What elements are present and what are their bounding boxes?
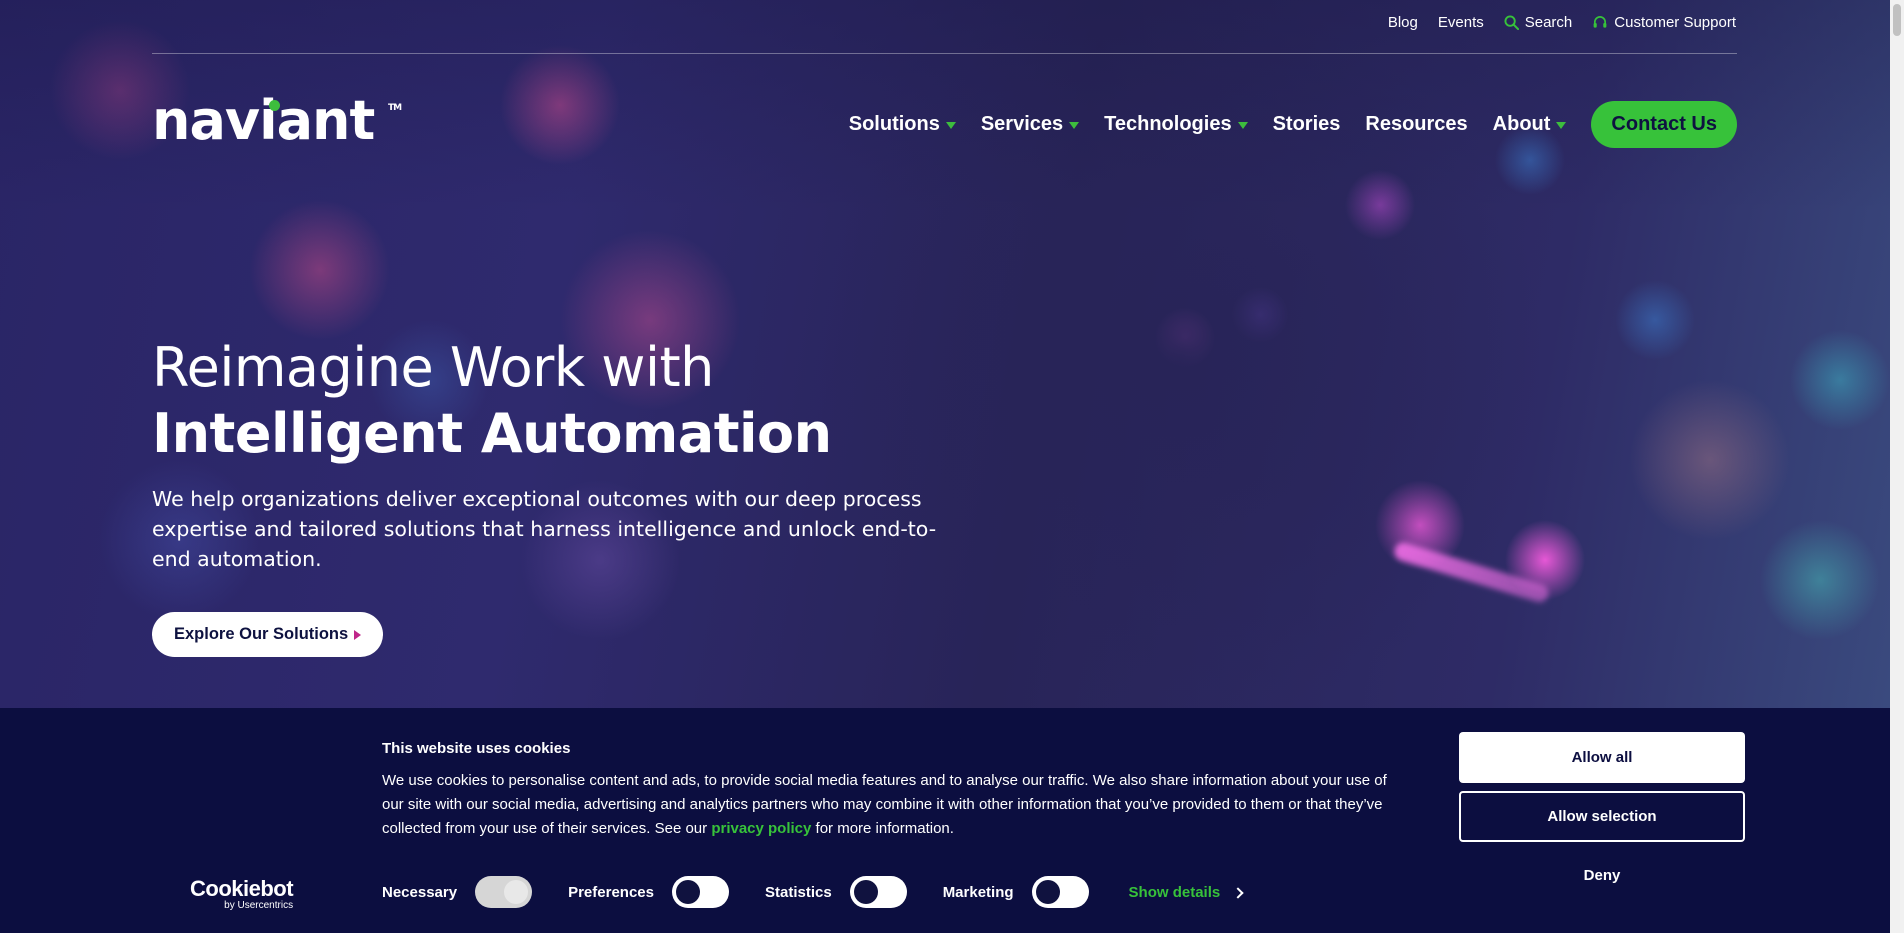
toggle-necessary: Necessary — [382, 876, 533, 908]
nav-item-about[interactable]: About — [1493, 113, 1567, 136]
switch-knob — [504, 880, 529, 904]
caret-down-icon — [1069, 122, 1080, 129]
logo-trademark: TM — [388, 103, 402, 113]
headset-icon — [1593, 16, 1607, 28]
nav-item-resources[interactable]: Resources — [1365, 113, 1467, 136]
toggle-label: Preferences — [568, 883, 654, 901]
nav-item-label: Technologies — [1104, 113, 1232, 135]
blog-link[interactable]: Blog — [1388, 14, 1418, 31]
nav-item-technologies[interactable]: Technologies — [1104, 113, 1248, 136]
deny-button[interactable]: Deny — [1459, 850, 1745, 901]
toggle-label: Marketing — [942, 883, 1014, 901]
nav-item-label: Resources — [1365, 113, 1468, 135]
cookie-banner-title: This website uses cookies — [382, 740, 571, 757]
toggle-marketing: Marketing — [943, 876, 1089, 908]
utility-nav: Blog Events Search Customer Support — [1388, 14, 1736, 31]
events-link[interactable]: Events — [1438, 14, 1484, 31]
header-divider — [152, 53, 1737, 54]
cookie-banner-text: We use cookies to personalise content an… — [382, 769, 1402, 841]
cookiebot-wordmark: Cookiebot — [190, 876, 294, 901]
hero-title: Reimagine Work with Intelligent Automati… — [152, 336, 832, 466]
toggle-statistics: Statistics — [765, 876, 907, 908]
caret-down-icon — [1556, 122, 1567, 129]
switch-knob — [1035, 880, 1060, 904]
search-label: Search — [1524, 14, 1573, 31]
customer-support-label: Customer Support — [1614, 14, 1736, 31]
privacy-policy-link[interactable]: privacy policy — [711, 820, 811, 837]
cookie-banner: This website uses cookies We use cookies… — [0, 708, 1890, 933]
nav-item-solutions[interactable]: Solutions — [849, 113, 956, 136]
logo-green-dot — [269, 100, 280, 111]
statistics-switch[interactable] — [849, 876, 907, 908]
search-link[interactable]: Search — [1504, 14, 1573, 31]
chevron-right-icon — [1232, 886, 1244, 899]
cookie-buttons: Allow all Allow selection Deny — [1459, 732, 1745, 909]
preferences-switch[interactable] — [671, 876, 729, 908]
toggle-label: Statistics — [764, 883, 832, 901]
hero-title-line-2: Intelligent Automation — [152, 402, 832, 466]
nav-item-stories[interactable]: Stories — [1273, 113, 1341, 136]
naviant-logo[interactable]: naviant TM — [152, 94, 402, 148]
explore-solutions-button[interactable]: Explore Our Solutions — [152, 612, 384, 657]
toggle-preferences: Preferences — [568, 876, 729, 908]
nav-item-label: Stories — [1272, 113, 1341, 135]
switch-knob — [853, 880, 878, 904]
contact-us-button[interactable]: Contact Us — [1591, 101, 1737, 148]
nav-item-label: About — [1492, 113, 1551, 135]
nav-item-label: Solutions — [848, 113, 940, 135]
switch-knob — [675, 880, 700, 904]
show-details-label: Show details — [1128, 883, 1221, 901]
hero-subtitle: We help organizations deliver exceptiona… — [152, 487, 937, 571]
logo-wordmark: naviant — [152, 89, 375, 152]
hero-light-beam — [1392, 540, 1551, 605]
toggle-label: Necessary — [382, 883, 458, 901]
caret-down-icon — [1237, 122, 1248, 129]
main-nav: Solutions Services Technologies Stories … — [849, 101, 1737, 148]
show-details-link[interactable]: Show details — [1128, 883, 1244, 901]
nav-item-label: Services — [980, 113, 1064, 135]
page-scrollbar[interactable] — [1890, 0, 1904, 933]
arrow-right-icon — [354, 629, 362, 640]
cookiebot-logo: Cookiebot by Usercentrics — [190, 876, 294, 911]
scrollbar-thumb[interactable] — [1893, 4, 1901, 36]
nav-item-services[interactable]: Services — [980, 113, 1080, 136]
caret-down-icon — [945, 122, 956, 129]
marketing-switch[interactable] — [1031, 876, 1089, 908]
cookiebot-byline: by Usercentrics — [224, 900, 294, 911]
cookie-text-end: for more information. — [811, 820, 954, 837]
necessary-switch[interactable] — [475, 876, 533, 908]
customer-support-link[interactable]: Customer Support — [1592, 14, 1736, 31]
allow-selection-button[interactable]: Allow selection — [1459, 791, 1745, 842]
consent-toggles: Necessary Preferences Statistics Marketi… — [382, 876, 1244, 908]
search-icon — [1504, 15, 1519, 30]
explore-solutions-label: Explore Our Solutions — [174, 625, 349, 643]
hero-title-line-1: Reimagine Work with — [152, 336, 714, 399]
allow-all-button[interactable]: Allow all — [1459, 732, 1745, 783]
